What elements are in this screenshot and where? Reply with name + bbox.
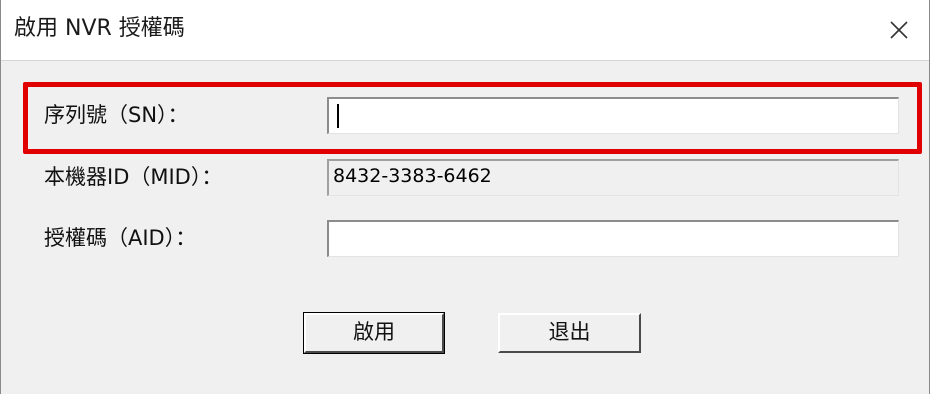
close-icon	[890, 21, 908, 39]
close-button[interactable]	[869, 0, 929, 60]
activate-button[interactable]: 啟用	[303, 312, 445, 354]
window-title: 啟用 NVR 授權碼	[14, 16, 185, 41]
machine-id-value: 8432-3383-6462	[333, 165, 492, 187]
exit-button[interactable]: 退出	[498, 313, 641, 353]
authorization-code-label: 授權碼（AID）：	[44, 226, 197, 250]
machine-id-field[interactable]: 8432-3383-6462	[327, 159, 899, 196]
authorization-code-input[interactable]	[327, 220, 899, 257]
annotation-highlight	[23, 82, 922, 154]
activation-dialog: 啟用 NVR 授權碼 序列號（SN）： 本機器ID（MID）： 8432-338…	[0, 0, 930, 394]
title-bar: 啟用 NVR 授權碼	[1, 0, 929, 61]
machine-id-label: 本機器ID（MID）：	[44, 165, 223, 189]
